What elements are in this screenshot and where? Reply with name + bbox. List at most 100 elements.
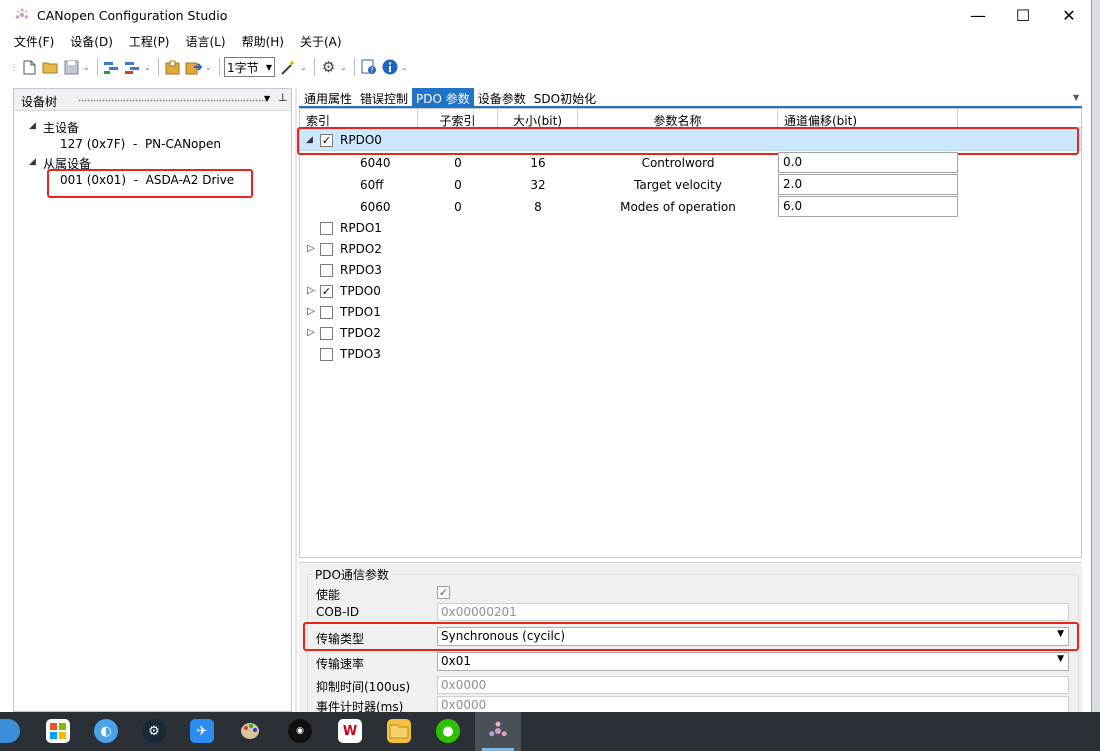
- save-icon[interactable]: [62, 57, 81, 77]
- background-window-edge: [1092, 0, 1100, 712]
- open-folder-icon[interactable]: [41, 57, 60, 77]
- window-title: CANopen Configuration Studio: [37, 8, 228, 23]
- pdo-checkbox[interactable]: ✓: [320, 285, 333, 298]
- toolbar-separator: [158, 58, 159, 76]
- chevron-down-icon: ▼: [265, 62, 272, 72]
- expand-arrow-icon[interactable]: ◢: [29, 121, 36, 131]
- browser-icon[interactable]: ◐: [94, 719, 118, 743]
- tree-master-label[interactable]: 主设备: [43, 119, 79, 136]
- device-tree-header: 设备树 ▼ ⊥: [14, 89, 291, 111]
- remove-device-icon[interactable]: [123, 57, 142, 77]
- tab-bar: 通用属性 错误控制 PDO 参数 设备参数 SDO初始化 ▼: [300, 88, 1091, 108]
- toolbar-overflow-icon[interactable]: ⌄: [300, 63, 308, 72]
- byte-size-select[interactable]: 1字节 ▼: [224, 57, 275, 77]
- menu-device[interactable]: 设备(D): [70, 33, 113, 50]
- paint-icon[interactable]: [238, 719, 262, 743]
- tab-overflow-icon[interactable]: ▼: [1073, 93, 1079, 102]
- pdo-checkbox[interactable]: [320, 306, 333, 319]
- panel-grip: [78, 99, 266, 102]
- magic-wand-icon[interactable]: [279, 57, 298, 77]
- enable-label: 使能: [316, 588, 341, 602]
- pdo-label: TPDO0: [340, 284, 381, 298]
- mapping-offset-input[interactable]: 0.0: [778, 152, 958, 173]
- highlight-box: [47, 169, 253, 198]
- pdo-checkbox[interactable]: [320, 243, 333, 256]
- tab-pdo-params[interactable]: PDO 参数: [412, 88, 474, 107]
- collapse-arrow-icon[interactable]: ▷: [307, 327, 315, 338]
- maximize-button[interactable]: ☐: [1000, 0, 1046, 31]
- menu-help[interactable]: 帮助(H): [242, 33, 284, 50]
- tab-sdo-init[interactable]: SDO初始化: [530, 88, 600, 107]
- mapping-subindex: 0: [454, 156, 462, 170]
- col-size[interactable]: 大小(bit): [498, 109, 578, 128]
- menu-bar: 文件(F) 设备(D) 工程(P) 语言(L) 帮助(H) 关于(A): [0, 31, 1091, 51]
- menu-project[interactable]: 工程(P): [129, 33, 170, 50]
- toolbar-separator: [314, 58, 315, 76]
- export-icon[interactable]: [184, 57, 203, 77]
- collapse-arrow-icon[interactable]: ▷: [307, 243, 315, 254]
- toolbar-grip-icon: ⋮: [10, 62, 18, 72]
- pin-icon[interactable]: ⊥: [278, 91, 288, 104]
- event-timer-field[interactable]: 0x0000: [437, 696, 1069, 712]
- app-circle-icon[interactable]: ◉: [288, 719, 312, 743]
- canopen-studio-icon[interactable]: [486, 719, 510, 743]
- inhibit-time-field[interactable]: 0x0000: [437, 676, 1069, 694]
- pdo-checkbox[interactable]: [320, 327, 333, 340]
- pdo-label: TPDO2: [340, 326, 381, 340]
- col-offset[interactable]: 通道偏移(bit): [778, 109, 958, 128]
- toolbar-overflow-icon[interactable]: ⌄: [144, 63, 152, 72]
- byte-size-value: 1字节: [227, 60, 259, 75]
- pdo-label: RPDO2: [340, 242, 382, 256]
- add-device-icon[interactable]: [102, 57, 121, 77]
- info-icon[interactable]: [380, 57, 399, 77]
- mapping-index: 6060: [360, 200, 391, 214]
- col-subindex[interactable]: 子索引: [418, 109, 498, 128]
- collapse-arrow-icon[interactable]: ▷: [307, 285, 315, 296]
- panel-menu-icon[interactable]: ▼: [264, 94, 270, 103]
- help-topic-icon[interactable]: ?: [359, 57, 378, 77]
- collapse-arrow-icon[interactable]: ▷: [307, 306, 315, 317]
- new-file-icon[interactable]: [20, 57, 39, 77]
- transmit-rate-select[interactable]: 0x01 ▼: [437, 652, 1069, 671]
- wps-icon[interactable]: W: [338, 719, 362, 743]
- pdo-checkbox[interactable]: [320, 264, 333, 277]
- pdo-checkbox[interactable]: [320, 348, 333, 361]
- messenger-icon[interactable]: ✈: [190, 719, 214, 743]
- expand-arrow-icon[interactable]: ◢: [29, 157, 36, 167]
- tab-error-control[interactable]: 错误控制: [356, 88, 412, 107]
- col-index[interactable]: 索引: [300, 109, 418, 128]
- toolbar: ⋮ ⌄ ⌄ ⌄ 1字节 ▼ ⌄ ⚙ ⌄ ? ⌄: [0, 54, 1091, 80]
- splitter[interactable]: [295, 88, 297, 712]
- tab-general[interactable]: 通用属性: [300, 88, 356, 107]
- toolbar-separator: [354, 58, 355, 76]
- mapping-offset-input[interactable]: 6.0: [778, 196, 958, 217]
- mapping-subindex: 0: [454, 178, 462, 192]
- cobid-field[interactable]: 0x00000201: [437, 603, 1069, 621]
- store-icon[interactable]: [46, 719, 70, 743]
- search-icon[interactable]: [0, 719, 20, 743]
- inhibit-time-label: 抑制时间(100us): [316, 680, 411, 694]
- app-logo-icon: [15, 8, 29, 19]
- menu-language[interactable]: 语言(L): [186, 33, 226, 50]
- enable-checkbox[interactable]: ✓: [437, 586, 450, 599]
- highlight-box: [297, 127, 1079, 155]
- import-icon[interactable]: [163, 57, 182, 77]
- wechat-icon[interactable]: ●: [436, 719, 460, 743]
- toolbar-overflow-icon[interactable]: ⌄: [401, 63, 409, 72]
- tab-device-params[interactable]: 设备参数: [474, 88, 530, 107]
- menu-file[interactable]: 文件(F): [14, 33, 54, 50]
- gear-icon[interactable]: ⚙: [319, 57, 338, 77]
- toolbar-overflow-icon[interactable]: ⌄: [83, 63, 91, 72]
- mapping-name: Modes of operation: [620, 200, 736, 214]
- col-param-name[interactable]: 参数名称: [578, 109, 778, 128]
- toolbar-overflow-icon[interactable]: ⌄: [205, 63, 213, 72]
- close-button[interactable]: ✕: [1046, 0, 1091, 31]
- steam-icon[interactable]: ⚙: [142, 719, 166, 743]
- tree-master-item[interactable]: 127 (0x7F) - PN-CANopen: [60, 137, 221, 151]
- mapping-offset-input[interactable]: 2.0: [778, 174, 958, 195]
- file-explorer-icon[interactable]: [387, 719, 411, 743]
- minimize-button[interactable]: —: [955, 0, 1001, 31]
- menu-about[interactable]: 关于(A): [300, 33, 342, 50]
- pdo-checkbox[interactable]: [320, 222, 333, 235]
- toolbar-overflow-icon[interactable]: ⌄: [340, 63, 348, 72]
